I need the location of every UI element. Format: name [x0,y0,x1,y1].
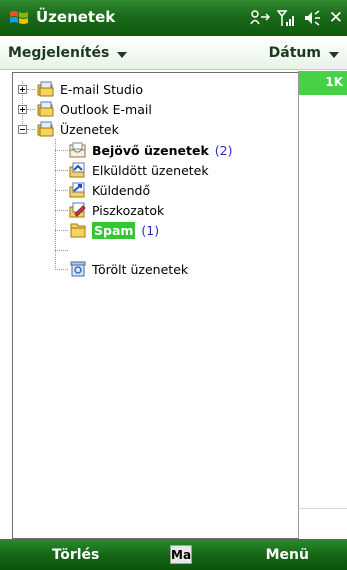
tree-item-sent[interactable]: Elküldött üzenetek [69,160,209,180]
delete-softkey[interactable]: Törlés [52,547,99,563]
view-menu-button[interactable]: Megjelenítés [8,45,128,61]
signal-icon[interactable] [276,8,297,28]
menu-header: Megjelenítés Dátum [0,36,347,70]
tree-connector [27,89,35,90]
expand-toggle[interactable] [18,105,27,114]
tree-item-drafts[interactable]: Piszkozatok [69,200,164,220]
unread-count: (1) [141,222,160,238]
tree-item-label: Piszkozatok [92,202,165,218]
tree-connector [55,210,68,211]
collapse-toggle[interactable] [18,125,27,134]
sort-menu-button[interactable]: Dátum [269,45,339,61]
windows-flag-icon[interactable] [8,7,30,29]
tree-connector [55,190,68,191]
folder-tree[interactable]: E-mail Studio Outlook E-mail Üzenetek Be… [12,72,299,539]
tree-item-label: Üzenetek [60,121,119,137]
tree-connector [55,230,68,231]
folder-icon [70,223,86,238]
account-folder-icon [37,81,54,97]
tree-item-label: Bejövő üzenetek [92,142,209,158]
inbox-icon [69,142,86,158]
unread-count: (2) [214,142,233,158]
tree-item-label: Törölt üzenetek [92,261,189,277]
tree-item-outbox[interactable]: Küldendő [69,180,150,200]
status-icons: ✕ [249,8,343,28]
tree-connector [27,129,35,130]
tree-item-spam[interactable]: Spam (1) [69,220,159,240]
divider [298,508,347,509]
tree-item-label: Elküldött üzenetek [92,162,209,178]
tree-item-label: Outlook E-mail [60,101,152,117]
tree-item-uzenetek[interactable]: Üzenetek [37,119,119,139]
tree-item-email-studio[interactable]: E-mail Studio [37,79,143,99]
tree-item-label: Küldendő [92,182,151,198]
tree-item-inbox[interactable]: Bejövő üzenetek (2) [69,140,232,160]
chevron-down-icon [117,51,128,58]
close-icon[interactable]: ✕ [329,8,343,28]
outbox-icon [69,182,85,198]
deleted-items-icon [70,261,86,277]
tree-item-label: E-mail Studio [60,81,143,97]
tree-item-outlook-email[interactable]: Outlook E-mail [37,99,152,119]
account-folder-icon [37,121,54,137]
tree-connector [55,150,68,151]
tree-connector [55,250,68,251]
chevron-down-icon [329,51,339,58]
message-list-header: 1K [298,71,347,95]
input-mode-indicator[interactable]: Ma [170,545,192,564]
tree-item-label-selected: Spam [92,221,136,239]
tree-connector [55,269,68,270]
softkey-bar: Törlés Ma Menü [0,539,347,570]
tree-connector [55,170,68,171]
title-bar: Üzenetek ✕ [0,0,347,36]
view-menu-label: Megjelenítés [8,45,110,61]
sent-items-icon [69,162,85,178]
sort-menu-label: Dátum [268,45,321,61]
message-list-label: 1K [325,75,343,89]
tree-item-deleted[interactable]: Törölt üzenetek [69,259,188,279]
tree-connector [27,109,35,110]
connectivity-icon[interactable] [249,8,271,28]
account-folder-icon [37,101,54,117]
drafts-icon [69,202,86,218]
volume-icon[interactable] [303,8,323,28]
tree-connector [55,139,56,268]
expand-toggle[interactable] [18,85,27,94]
menu-softkey[interactable]: Menü [266,547,309,563]
app-title: Üzenetek [36,8,116,26]
